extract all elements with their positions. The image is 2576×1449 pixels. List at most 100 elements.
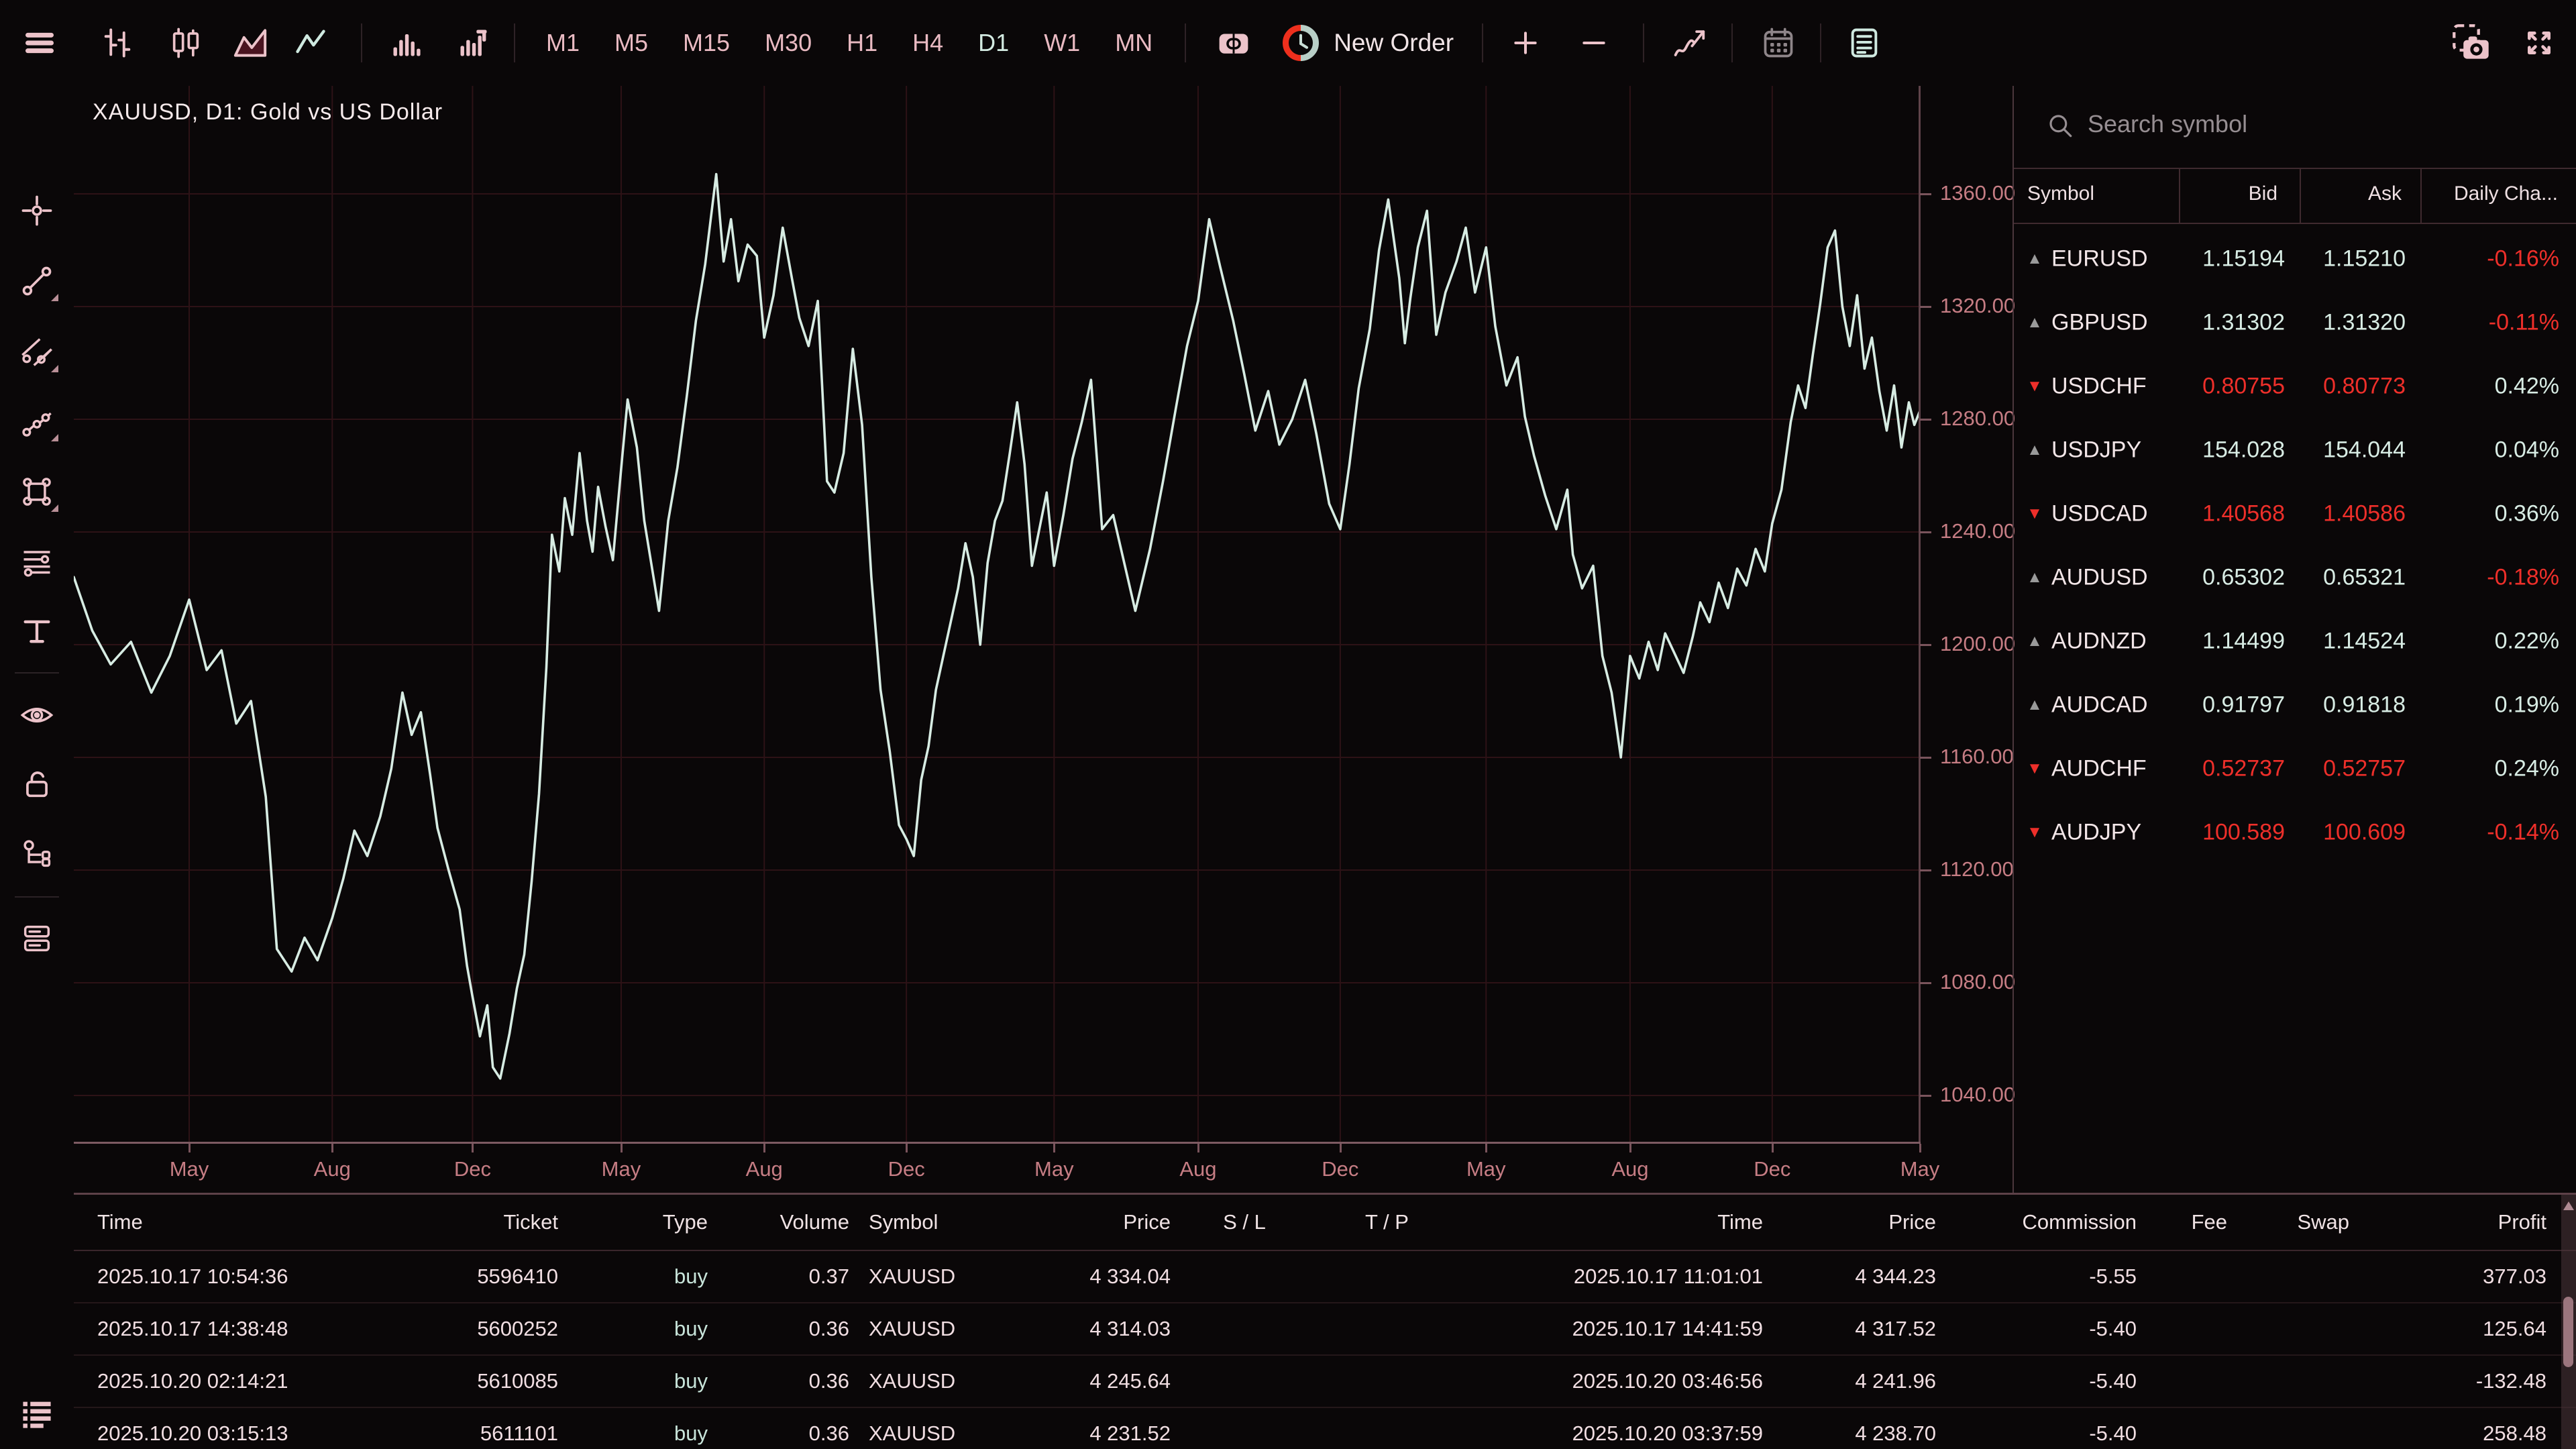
horizontal-lines-tool-icon[interactable] xyxy=(19,543,54,578)
crosshair-tool-icon[interactable] xyxy=(19,193,54,228)
shapes-tool-icon[interactable] xyxy=(19,474,54,509)
price-axis[interactable]: 1360.001320.001280.001240.001200.001160.… xyxy=(1920,86,2014,1143)
symbol-search-field[interactable]: Search symbol xyxy=(2014,86,2576,168)
market-watch-row[interactable]: ▲ EURUSD 1.15194 1.15210 -0.16% xyxy=(2014,227,2576,290)
fullscreen-icon[interactable] xyxy=(2520,12,2559,74)
tick-direction-arrow: ▼ xyxy=(2023,377,2046,396)
news-icon[interactable] xyxy=(1845,12,1883,74)
tick-volume-icon[interactable] xyxy=(455,12,492,74)
history-column-header[interactable]: Symbol xyxy=(869,1210,1003,1234)
market-watch-row[interactable]: ▼ AUDCHF 0.52737 0.52757 0.24% xyxy=(2014,737,2576,800)
new-order-clock-icon xyxy=(1283,25,1319,61)
history-cell-volume: 0.36 xyxy=(745,1421,849,1446)
timeframe-mn[interactable]: MN xyxy=(1103,12,1165,74)
daily-change: 0.24% xyxy=(2416,755,2559,782)
history-row[interactable]: 2025.10.17 14:38:485600252buy0.36XAUUSD4… xyxy=(74,1303,2576,1356)
price-label-icon[interactable] xyxy=(1214,12,1253,74)
history-column-header[interactable]: Ticket xyxy=(382,1210,558,1234)
lock-icon[interactable] xyxy=(19,767,54,802)
history-row[interactable]: 2025.10.20 02:14:215610085buy0.36XAUUSD4… xyxy=(74,1356,2576,1408)
timeframe-h4[interactable]: H4 xyxy=(900,12,955,74)
new-order-label: New Order xyxy=(1334,29,1454,57)
zoom-out-button[interactable] xyxy=(1577,12,1611,74)
candlestick-chart-type-icon[interactable] xyxy=(168,12,204,74)
volume-bars-icon[interactable] xyxy=(388,12,425,74)
history-cell-price: 4 231.52 xyxy=(1010,1421,1171,1446)
history-column-header[interactable]: Type xyxy=(584,1210,708,1234)
price-tick xyxy=(1920,193,1931,195)
price-chart[interactable] xyxy=(74,86,1920,1143)
history-column-header[interactable]: Volume xyxy=(745,1210,849,1234)
history-cell-price2: 4 344.23 xyxy=(1788,1265,1936,1289)
indicators-icon[interactable] xyxy=(1671,12,1709,74)
time-tick xyxy=(1629,1144,1631,1152)
history-column-header[interactable]: Time xyxy=(1481,1210,1763,1234)
history-scrollbar[interactable] xyxy=(2561,1195,2576,1449)
bid-price: 0.91797 xyxy=(2135,692,2285,718)
market-watch-row[interactable]: ▼ AUDJPY 100.589 100.609 -0.14% xyxy=(2014,800,2576,864)
timeframe-m1[interactable]: M1 xyxy=(534,12,592,74)
market-watch-row[interactable]: ▲ GBPUSD 1.31302 1.31320 -0.11% xyxy=(2014,290,2576,354)
time-axis[interactable]: MayAugDecMayAugDecMayAugDecMayAugDecMay xyxy=(74,1144,1920,1193)
calendar-icon[interactable] xyxy=(1760,12,1797,74)
price-tick-label: 1120.00 xyxy=(1940,857,2014,881)
layers-stack-icon[interactable] xyxy=(19,921,54,956)
history-cell-symbol: XAUUSD xyxy=(869,1317,1003,1341)
tick-direction-arrow: ▲ xyxy=(2023,313,2046,332)
history-column-header[interactable]: Price xyxy=(1010,1210,1171,1234)
scrollbar-up-arrow[interactable] xyxy=(2563,1201,2574,1210)
visibility-eye-icon[interactable] xyxy=(19,698,54,733)
history-rows: 2025.10.17 10:54:365596410buy0.37XAUUSD4… xyxy=(74,1251,2576,1449)
daily-change: 0.36% xyxy=(2416,500,2559,527)
market-watch-row[interactable]: ▲ AUDUSD 0.65302 0.65321 -0.18% xyxy=(2014,545,2576,609)
history-row[interactable]: 2025.10.20 03:15:135611101buy0.36XAUUSD4… xyxy=(74,1408,2576,1449)
timeframe-d1[interactable]: D1 xyxy=(966,12,1021,74)
history-column-header[interactable]: Time xyxy=(97,1210,379,1234)
timeframe-w1[interactable]: W1 xyxy=(1032,12,1092,74)
timeframe-m30[interactable]: M30 xyxy=(753,12,824,74)
column-header-daily-change[interactable]: Daily Cha... xyxy=(2415,182,2558,205)
history-column-header[interactable]: Price xyxy=(1788,1210,1936,1234)
time-tick-label: May xyxy=(1446,1157,1526,1181)
line-chart-type-icon-active[interactable] xyxy=(292,12,329,74)
hamburger-menu-icon[interactable] xyxy=(19,12,60,74)
toolbar-separator xyxy=(1482,23,1483,62)
market-watch-row[interactable]: ▼ USDCHF 0.80755 0.80773 0.42% xyxy=(2014,354,2576,418)
market-watch-row[interactable]: ▼ USDCAD 1.40568 1.40586 0.36% xyxy=(2014,482,2576,545)
trendline-tool-icon[interactable] xyxy=(19,264,54,299)
market-watch-row[interactable]: ▲ AUDCAD 0.91797 0.91818 0.19% xyxy=(2014,673,2576,737)
history-column-header[interactable]: Commission xyxy=(1989,1210,2137,1234)
column-header-bid[interactable]: Bid xyxy=(2135,182,2277,205)
symbol-name: AUDUSD xyxy=(2051,564,2148,590)
timeframe-h1[interactable]: H1 xyxy=(835,12,890,74)
object-tree-icon[interactable] xyxy=(19,836,54,871)
zoom-in-button[interactable] xyxy=(1509,12,1542,74)
market-watch-row[interactable]: ▲ USDJPY 154.028 154.044 0.04% xyxy=(2014,418,2576,482)
channel-tool-icon[interactable] xyxy=(19,335,54,370)
bars-chart-type-icon[interactable] xyxy=(99,12,136,74)
history-column-header[interactable]: Swap xyxy=(2242,1210,2349,1234)
price-tick xyxy=(1920,306,1931,308)
history-cell-type: buy xyxy=(584,1369,708,1393)
screenshot-camera-icon[interactable] xyxy=(2450,12,2493,74)
trade-list-icon[interactable] xyxy=(19,1396,54,1431)
submenu-corner xyxy=(51,294,58,301)
timeframe-m5[interactable]: M5 xyxy=(602,12,660,74)
timeframe-m15[interactable]: M15 xyxy=(671,12,742,74)
area-chart-type-icon[interactable] xyxy=(231,12,270,74)
column-header-symbol[interactable]: Symbol xyxy=(2027,182,2094,205)
column-header-ask[interactable]: Ask xyxy=(2292,182,2402,205)
text-tool-icon[interactable] xyxy=(19,614,54,649)
scrollbar-thumb[interactable] xyxy=(2563,1297,2573,1367)
new-order-button[interactable]: New Order xyxy=(1283,12,1454,74)
history-column-header[interactable]: T / P xyxy=(1365,1210,1479,1234)
history-column-header[interactable]: Fee xyxy=(2133,1210,2227,1234)
history-column-header[interactable]: Profit xyxy=(2385,1210,2546,1234)
market-watch-row[interactable]: ▲ AUDNZD 1.14499 1.14524 0.22% xyxy=(2014,609,2576,673)
waves-tool-icon[interactable] xyxy=(19,404,54,439)
price-tick xyxy=(1920,531,1931,533)
history-column-header[interactable]: S / L xyxy=(1187,1210,1301,1234)
history-row[interactable]: 2025.10.17 10:54:365596410buy0.37XAUUSD4… xyxy=(74,1251,2576,1303)
time-tick-label: Dec xyxy=(1300,1157,1381,1181)
time-tick xyxy=(1340,1144,1342,1152)
